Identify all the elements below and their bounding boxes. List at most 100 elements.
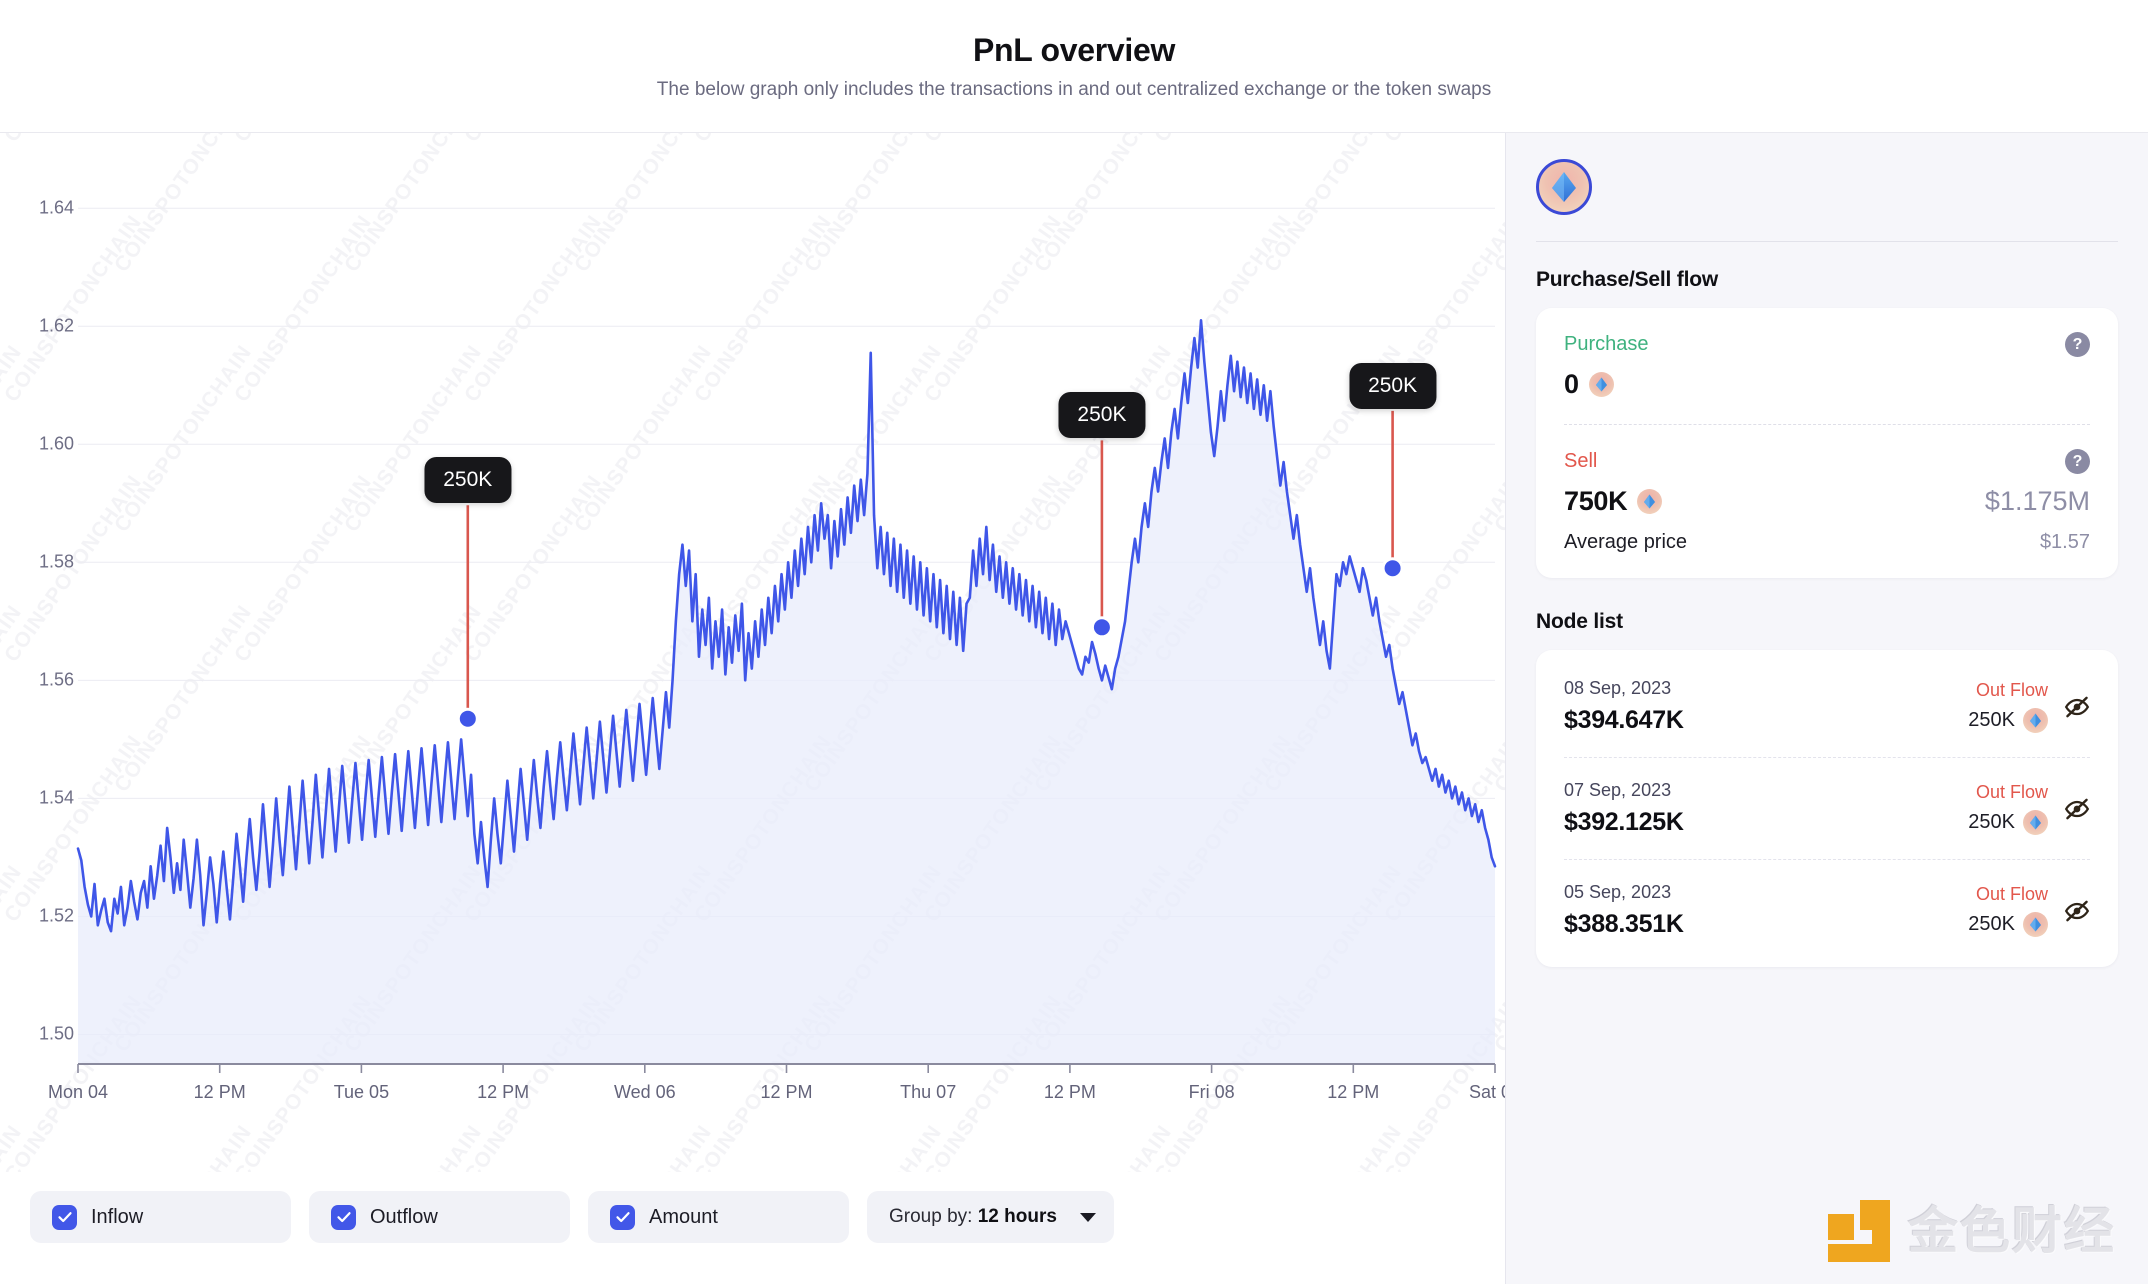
group-by-dropdown[interactable]: Group by: 12 hours: [867, 1191, 1114, 1243]
average-price-label: Average price: [1564, 531, 1688, 553]
x-axis-tick-label: Tue 05: [333, 1082, 390, 1102]
node-date: 08 Sep, 2023: [1564, 678, 1672, 698]
x-axis-tick-label: Mon 04: [47, 1082, 109, 1102]
node-flow-type: Out Flow: [1975, 884, 2048, 904]
purchase-header-row: Purchase ?: [1564, 332, 2090, 357]
sell-label: Sell: [1564, 450, 1598, 472]
x-axis-tick-label: Fri 08: [1188, 1082, 1235, 1102]
node-amount-text: 250K: [1968, 913, 2015, 935]
node-amount-text: 250K: [1968, 811, 2015, 833]
eye-off-icon[interactable]: [2064, 694, 2090, 720]
node-list-card: 08 Sep, 2023 $394.647K Out Flow 250K 07 Sep,…: [1536, 650, 2118, 967]
token-coin-icon: [1588, 372, 1614, 397]
sell-help-icon[interactable]: ?: [2065, 449, 2090, 474]
sell-header-row: Sell ?: [1564, 449, 2090, 474]
x-axis-tick-label: Wed 06: [613, 1082, 676, 1102]
y-axis-tick-label: 1.54: [38, 787, 74, 808]
price-line-chart: [76, 207, 1497, 1073]
chart-area[interactable]: COINSPOTONCHAIN COINSPOTONCHAIN COINSPOTON…: [0, 133, 1505, 1172]
node-list-item[interactable]: 08 Sep, 2023 $394.647K Out Flow 250K: [1564, 674, 2090, 739]
sidebar-divider: [1536, 241, 2118, 242]
brand-logo-icon: [1828, 1200, 1890, 1262]
sell-amount-group: 750K: [1564, 486, 1663, 517]
y-axis-tick-label: 1.50: [38, 1023, 74, 1044]
y-axis-tick-label: 1.62: [38, 315, 74, 336]
chevron-down-icon[interactable]: [1080, 1212, 1096, 1222]
page-title: PnL overview: [972, 31, 1176, 68]
node-row-divider: [1564, 859, 2090, 860]
chart-controls: Inflow Outflow Amount Group by: 12 hours: [0, 1172, 1505, 1284]
x-axis-tick-label: 12 PM: [193, 1082, 246, 1102]
outflow-label: Outflow: [370, 1205, 438, 1228]
group-by-value: 12 hours: [977, 1206, 1057, 1227]
purchase-label: Purchase: [1564, 333, 1649, 355]
x-axis-tick-label: 12 PM: [1043, 1082, 1096, 1102]
page-subtitle: The below graph only includes the transa…: [656, 79, 1492, 101]
x-axis-tick-label: Thu 07: [900, 1082, 957, 1102]
page-body: COINSPOTONCHAIN COINSPOTONCHAIN COINSPOTON…: [0, 133, 2148, 1284]
node-amount: 250K: [1968, 912, 2048, 937]
node-usd-value: $388.351K: [1564, 910, 1684, 938]
amount-checkbox[interactable]: [610, 1204, 635, 1230]
node-info: 07 Sep, 2023 $392.125K: [1564, 780, 1684, 837]
eye-off-icon[interactable]: [2064, 898, 2090, 924]
amount-label: Amount: [649, 1205, 718, 1228]
purchase-amount-group: 0: [1564, 369, 1614, 400]
brand-watermark: 金色财经: [1828, 1200, 2116, 1262]
page-header: PnL overview The below graph only includ…: [0, 0, 2148, 133]
flow-card-divider: [1564, 424, 2090, 425]
token-coin-icon: [2023, 912, 2048, 937]
details-sidebar: Purchase/Sell flow Purchase ? 0 Sell ? 7…: [1506, 133, 2148, 1284]
outflow-checkbox[interactable]: [331, 1204, 356, 1230]
token-droplet-icon: [1552, 172, 1576, 202]
inflow-checkbox-control[interactable]: Inflow: [30, 1191, 291, 1243]
y-axis-tick-label: 1.60: [38, 433, 74, 454]
node-meta: Out Flow 250K: [1968, 680, 2090, 733]
node-flow-info: Out Flow 250K: [1968, 782, 2048, 835]
chart-annotation-label[interactable]: 250K: [1058, 392, 1146, 439]
node-info: 05 Sep, 2023 $388.351K: [1564, 882, 1684, 939]
node-flow-type: Out Flow: [1975, 782, 2048, 802]
y-axis-tick-label: 1.56: [38, 669, 74, 690]
node-amount-text: 250K: [1968, 709, 2015, 731]
chart-annotation-label[interactable]: 250K: [1349, 362, 1437, 409]
inflow-checkbox[interactable]: [52, 1204, 77, 1230]
y-axis-tick-label: 1.64: [38, 197, 74, 218]
token-avatar: [1536, 159, 1592, 215]
sell-amount-row: 750K $1.175M: [1564, 486, 2090, 517]
y-axis-tick-label: 1.52: [38, 905, 74, 926]
y-axis-labels: 1.50 1.52 1.54 1.56 1.58 1.60 1.62 1.64: [0, 133, 74, 1172]
purchase-help-icon[interactable]: ?: [2065, 332, 2090, 357]
node-usd-value: $392.125K: [1564, 808, 1684, 836]
node-list-item[interactable]: 05 Sep, 2023 $388.351K Out Flow 250K: [1564, 878, 2090, 943]
node-date: 07 Sep, 2023: [1564, 780, 1672, 800]
node-row-divider: [1564, 757, 2090, 758]
chart-annotation-label[interactable]: 250K: [424, 457, 512, 504]
node-info: 08 Sep, 2023 $394.647K: [1564, 678, 1684, 735]
purchase-sell-flow-card: Purchase ? 0 Sell ? 750K $1.175M Average…: [1536, 308, 2118, 578]
node-list-item[interactable]: 07 Sep, 2023 $392.125K Out Flow 250K: [1564, 776, 2090, 841]
node-amount: 250K: [1968, 810, 2048, 835]
average-price-value: $1.57: [2039, 531, 2090, 553]
y-axis-tick-label: 1.58: [38, 551, 74, 572]
node-amount: 250K: [1968, 708, 2048, 733]
x-axis-tick-label: 12 PM: [760, 1082, 813, 1102]
node-meta: Out Flow 250K: [1968, 782, 2090, 835]
sell-usd: $1.175M: [1984, 486, 2090, 516]
chart-pane: COINSPOTONCHAIN COINSPOTONCHAIN COINSPOTON…: [0, 133, 1506, 1284]
x-axis-tick-label: 12 PM: [477, 1082, 530, 1102]
node-flow-info: Out Flow 250K: [1968, 884, 2048, 937]
token-coin-icon: [2023, 708, 2048, 733]
group-by-prefix: Group by:: [889, 1206, 973, 1227]
node-usd-value: $394.647K: [1564, 706, 1684, 734]
sell-value: 750K: [1564, 486, 1628, 516]
node-date: 05 Sep, 2023: [1564, 882, 1672, 902]
outflow-checkbox-control[interactable]: Outflow: [309, 1191, 570, 1243]
amount-checkbox-control[interactable]: Amount: [588, 1191, 849, 1243]
purchase-value: 0: [1564, 369, 1579, 399]
node-list-title: Node list: [1536, 610, 1623, 633]
inflow-label: Inflow: [91, 1205, 144, 1228]
flow-section-title: Purchase/Sell flow: [1536, 268, 1718, 291]
eye-off-icon[interactable]: [2064, 796, 2090, 822]
brand-name: 金色财经: [1908, 1203, 2116, 1259]
